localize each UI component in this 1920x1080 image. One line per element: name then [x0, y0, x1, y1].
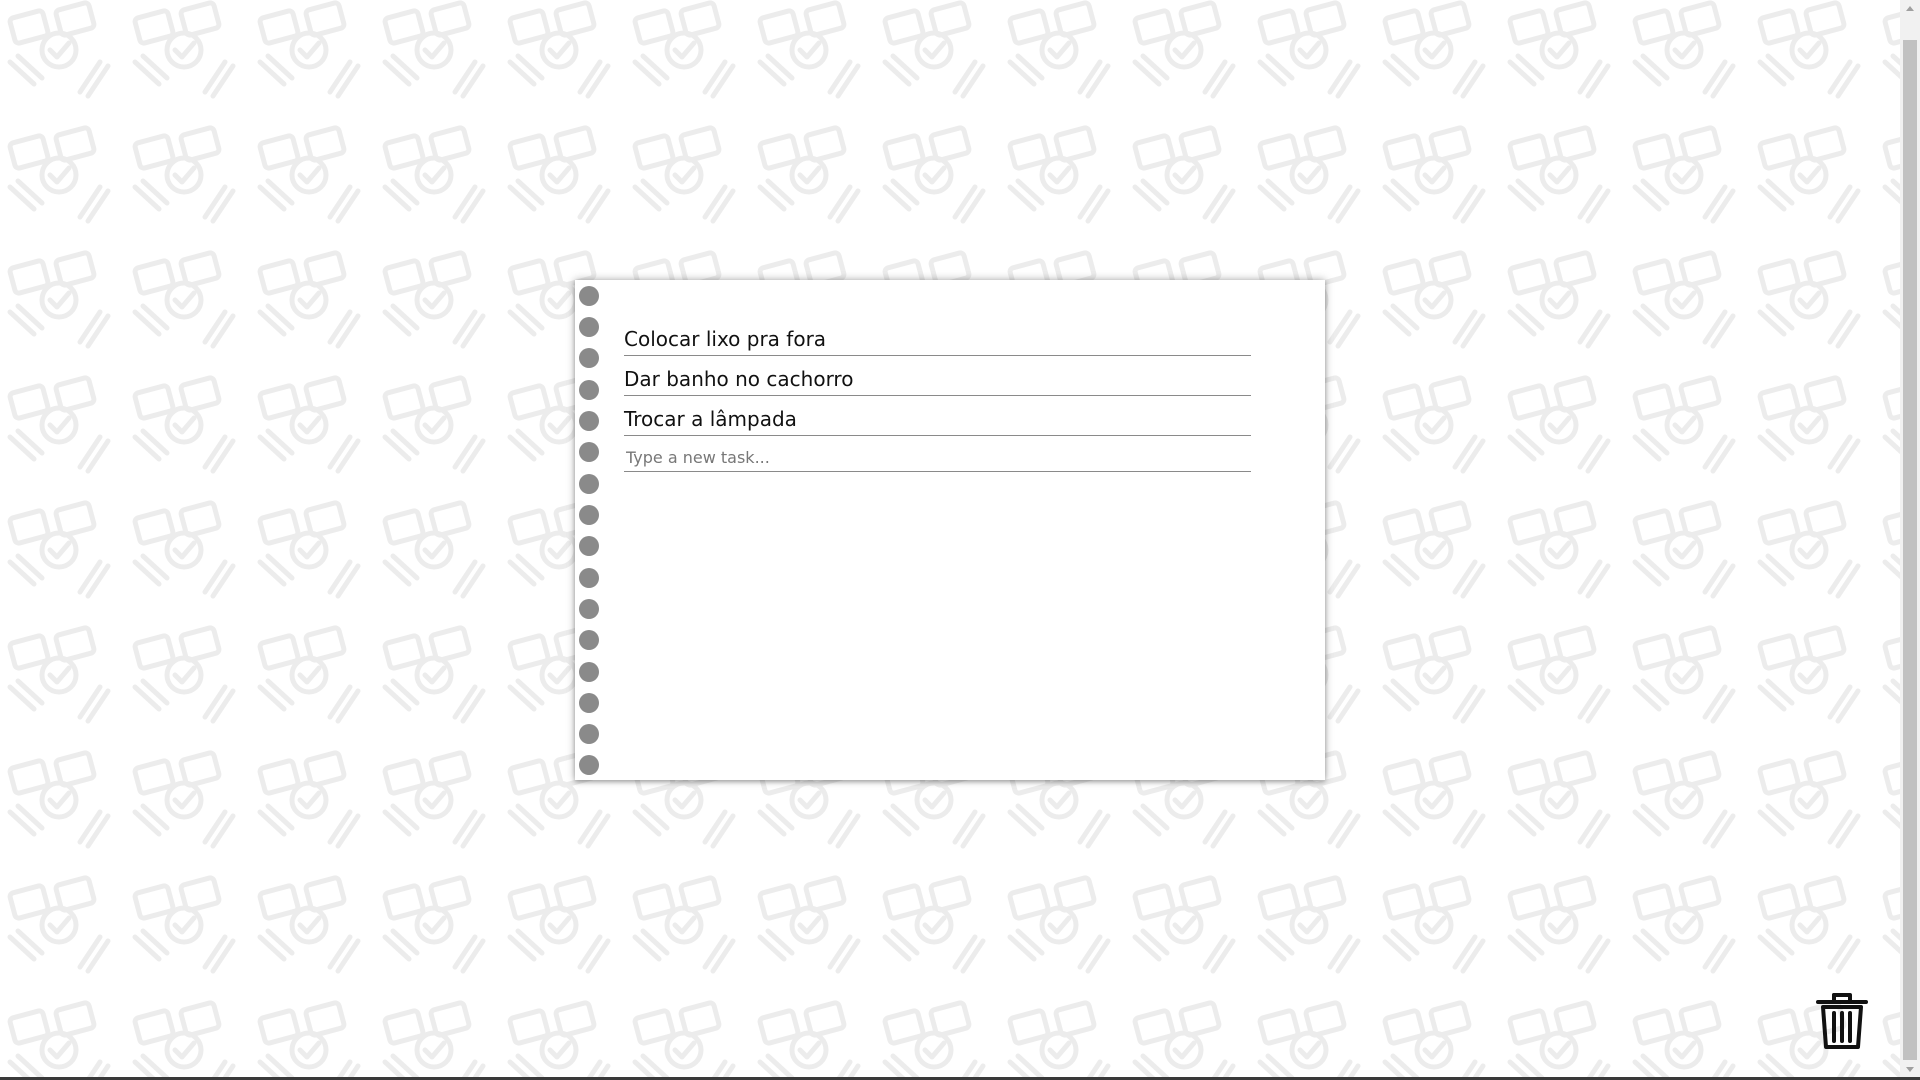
binder-hole: [579, 568, 599, 588]
binder-hole: [579, 442, 599, 462]
vertical-scrollbar[interactable]: [1900, 0, 1920, 1078]
task-list: Colocar lixo pra fora Dar banho no cacho…: [624, 318, 1251, 472]
binder-hole: [579, 380, 599, 400]
trash-button[interactable]: [1814, 989, 1870, 1051]
trash-icon: [1816, 993, 1868, 1049]
todo-notepad: Colocar lixo pra fora Dar banho no cacho…: [575, 280, 1325, 780]
binder-hole: [579, 599, 599, 619]
binder-hole: [579, 755, 599, 775]
binder-hole: [579, 662, 599, 682]
binder-hole: [579, 286, 599, 306]
binder-hole: [579, 724, 599, 744]
binder-hole: [579, 536, 599, 556]
task-item[interactable]: Trocar a lâmpada: [624, 398, 1251, 436]
binder-hole: [579, 348, 599, 368]
task-item[interactable]: Dar banho no cachorro: [624, 358, 1251, 396]
task-item[interactable]: Colocar lixo pra fora: [624, 318, 1251, 356]
scroll-up-arrow-icon[interactable]: [1900, 0, 1920, 17]
new-task-input[interactable]: [624, 438, 1251, 472]
binder-hole: [579, 474, 599, 494]
binder-hole: [579, 505, 599, 525]
scrollbar-thumb[interactable]: [1903, 40, 1917, 1060]
binder-hole: [579, 630, 599, 650]
binder-hole: [579, 693, 599, 713]
scroll-down-arrow-icon[interactable]: [1900, 1061, 1920, 1078]
binder-hole: [579, 317, 599, 337]
binder-hole: [579, 411, 599, 431]
notebook-holes: [579, 280, 601, 780]
